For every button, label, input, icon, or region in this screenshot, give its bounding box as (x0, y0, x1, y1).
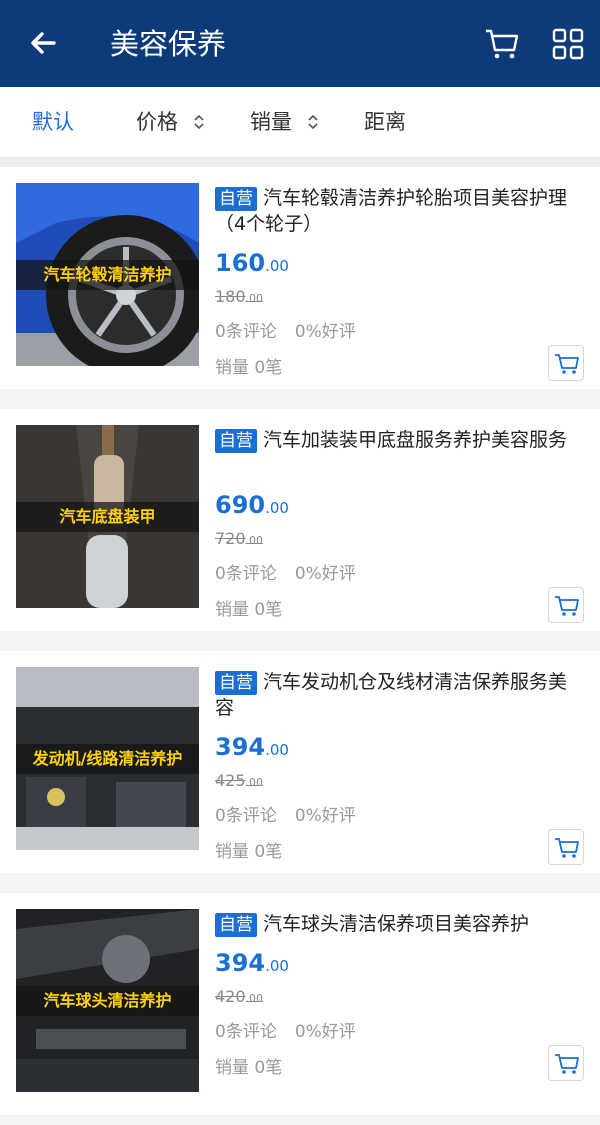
product-card[interactable]: 汽车轮毂清洁养护 自营 汽车轮毂清洁养护轮胎项目美容护理（4个轮子） 160.00… (0, 167, 600, 399)
product-price: 690.00 (215, 491, 289, 519)
product-price: 394.00 (215, 949, 289, 977)
cart-icon (555, 596, 579, 616)
review-stats: 0条评论 0%好评 (215, 317, 374, 342)
review-count: 0条评论 (215, 564, 277, 584)
old-price-decimal: .00 (245, 776, 264, 789)
positive-rate: 0%好评 (294, 1022, 356, 1042)
self-operated-badge: 自营 (215, 913, 257, 937)
old-price-decimal: .00 (245, 992, 264, 1005)
price-decimal: .00 (265, 741, 289, 759)
product-card[interactable]: 汽车底盘装甲 自营 汽车加装装甲底盘服务养护美容服务 690.00 720.00 … (0, 409, 600, 641)
page-title: 美容保养 (110, 27, 227, 61)
product-image[interactable]: 汽车轮毂清洁养护 (16, 183, 199, 366)
review-count: 0条评论 (215, 1022, 277, 1042)
original-price: 425.00 (215, 771, 263, 790)
product-image[interactable]: 汽车球头清洁养护 (16, 909, 199, 1092)
divider (0, 157, 600, 167)
add-to-cart-button[interactable] (548, 1045, 584, 1081)
positive-rate: 0%好评 (294, 806, 356, 826)
price-integer: 160 (215, 249, 266, 277)
review-count: 0条评论 (215, 322, 277, 342)
arrow-left-icon[interactable] (26, 26, 60, 60)
sort-price-label: 价格 (136, 110, 178, 134)
product-title[interactable]: 自营 汽车球头清洁保养项目美容养护 (215, 911, 585, 937)
sales-count: 销量 0笔 (215, 600, 283, 620)
sort-price-tab[interactable]: 价格 (136, 109, 205, 135)
sort-distance-tab[interactable]: 距离 (364, 109, 406, 135)
add-to-cart-button[interactable] (548, 345, 584, 381)
product-title-text: 汽车球头清洁保养项目美容养护 (263, 913, 530, 935)
product-price: 394.00 (215, 733, 289, 761)
positive-rate: 0%好评 (294, 564, 356, 584)
sort-updown-icon (194, 114, 204, 130)
original-price: 180.00 (215, 287, 263, 306)
self-operated-badge: 自营 (215, 671, 257, 695)
sort-bar: 默认 价格 销量 距离 (0, 87, 600, 157)
cart-icon (555, 1054, 579, 1074)
sort-default-label: 默认 (32, 110, 74, 134)
self-operated-badge: 自营 (215, 187, 257, 211)
price-integer: 394 (215, 733, 266, 761)
cart-icon[interactable] (484, 26, 520, 62)
product-title-text: 汽车轮毂清洁养护轮胎项目美容护理（4个轮子） (215, 187, 568, 235)
price-integer: 690 (215, 491, 266, 519)
old-price-integer: 180 (215, 287, 246, 306)
review-count: 0条评论 (215, 806, 277, 826)
sort-sales-tab[interactable]: 销量 (250, 109, 319, 135)
review-stats: 0条评论 0%好评 (215, 559, 374, 584)
self-operated-badge: 自营 (215, 429, 257, 453)
original-price: 420.00 (215, 987, 263, 1006)
image-caption: 汽车球头清洁养护 (16, 986, 199, 1016)
product-title[interactable]: 自营 汽车轮毂清洁养护轮胎项目美容护理（4个轮子） (215, 185, 585, 237)
sort-sales-label: 销量 (250, 110, 292, 134)
product-image[interactable]: 发动机/线路清洁养护 (16, 667, 199, 850)
sort-default-tab[interactable]: 默认 (32, 109, 74, 135)
old-price-integer: 425 (215, 771, 246, 790)
positive-rate: 0%好评 (294, 322, 356, 342)
image-caption: 汽车底盘装甲 (16, 502, 199, 532)
image-caption: 发动机/线路清洁养护 (16, 744, 199, 774)
product-card[interactable]: 汽车球头清洁养护 自营 汽车球头清洁保养项目美容养护 394.00 420.00 … (0, 893, 600, 1125)
sales-count: 销量 0笔 (215, 1058, 283, 1078)
product-title[interactable]: 自营 汽车发动机仓及线材清洁保养服务美容 (215, 669, 585, 721)
old-price-decimal: .00 (245, 534, 264, 547)
sales-count: 销量 0笔 (215, 842, 283, 862)
review-stats: 0条评论 0%好评 (215, 801, 374, 826)
product-title-text: 汽车发动机仓及线材清洁保养服务美容 (215, 671, 568, 719)
image-caption: 汽车轮毂清洁养护 (16, 260, 199, 290)
old-price-decimal: .00 (245, 292, 264, 305)
price-decimal: .00 (265, 957, 289, 975)
old-price-integer: 420 (215, 987, 246, 1006)
old-price-integer: 720 (215, 529, 246, 548)
add-to-cart-button[interactable] (548, 829, 584, 865)
sort-updown-icon (308, 114, 318, 130)
product-image[interactable]: 汽车底盘装甲 (16, 425, 199, 608)
review-stats: 0条评论 0%好评 (215, 1017, 374, 1042)
cart-icon (555, 354, 579, 374)
product-title-text: 汽车加装装甲底盘服务养护美容服务 (263, 429, 568, 451)
price-decimal: .00 (265, 257, 289, 275)
product-price: 160.00 (215, 249, 289, 277)
product-card[interactable]: 发动机/线路清洁养护 自营 汽车发动机仓及线材清洁保养服务美容 394.00 42… (0, 651, 600, 883)
grid-icon[interactable] (552, 28, 584, 60)
product-title[interactable]: 自营 汽车加装装甲底盘服务养护美容服务 (215, 427, 585, 453)
price-decimal: .00 (265, 499, 289, 517)
price-integer: 394 (215, 949, 266, 977)
app-header: 美容保养 (0, 0, 600, 87)
sales-count: 销量 0笔 (215, 358, 283, 378)
sort-distance-label: 距离 (364, 110, 406, 134)
cart-icon (555, 838, 579, 858)
original-price: 720.00 (215, 529, 263, 548)
add-to-cart-button[interactable] (548, 587, 584, 623)
